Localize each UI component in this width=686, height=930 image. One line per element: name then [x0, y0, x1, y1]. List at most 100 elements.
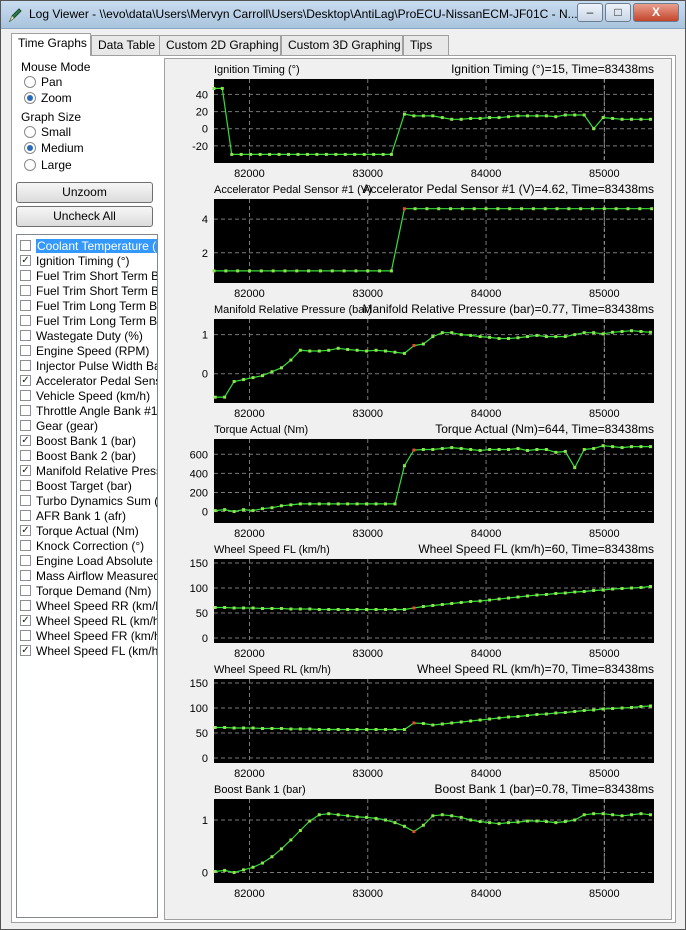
checkbox-icon[interactable] — [20, 585, 31, 596]
channel-item[interactable]: ✓ Ignition Timing (°) — [17, 253, 157, 268]
channel-item[interactable]: Throttle Angle Bank #1 — [17, 403, 158, 418]
data-point — [330, 269, 334, 273]
channel-item[interactable]: Fuel Trim Short Term B — [17, 268, 157, 283]
radio-medium[interactable]: Medium — [24, 140, 84, 156]
checkbox-icon[interactable] — [20, 405, 31, 416]
checked-checkbox-icon[interactable]: ✓ — [20, 465, 31, 476]
pan-radio-icon[interactable] — [24, 76, 36, 88]
channel-item[interactable]: Injector Pulse Width Ba — [17, 358, 157, 373]
data-point — [298, 502, 302, 506]
channel-item[interactable]: ✓ Torque Actual (Nm) — [17, 523, 157, 538]
tab-custom-2d-graphing[interactable]: Custom 2D Graphing — [159, 35, 281, 55]
channel-item[interactable]: Boost Target (bar) — [17, 478, 157, 493]
radio-large[interactable]: Large — [24, 157, 72, 173]
channel-list[interactable]: Coolant Temperature (° ✓ Ignition Timing (… — [16, 234, 158, 918]
data-point — [496, 207, 500, 211]
checkbox-icon[interactable] — [20, 555, 31, 566]
channel-item[interactable]: Coolant Temperature (° — [17, 238, 157, 253]
channel-item[interactable]: Engine Load Absolute ( — [17, 553, 157, 568]
minimize-button[interactable]: – — [577, 3, 603, 22]
unzoom-button[interactable]: Unzoom — [16, 182, 153, 203]
checkbox-icon[interactable] — [20, 510, 31, 521]
checkbox-icon[interactable] — [20, 480, 31, 491]
checkbox-icon[interactable] — [20, 360, 31, 371]
checkbox-icon[interactable] — [20, 315, 31, 326]
data-point — [535, 819, 539, 823]
title-bar[interactable]: Log Viewer - \\evo\data\Users\Mervyn Car… — [1, 1, 685, 29]
checkbox-icon[interactable] — [20, 540, 31, 551]
checkbox-icon[interactable] — [20, 330, 31, 341]
medium-radio-icon[interactable] — [24, 142, 36, 154]
channel-item[interactable]: Gear (gear) — [17, 418, 157, 433]
checkbox-icon[interactable] — [20, 300, 31, 311]
channel-label: Throttle Angle Bank #1 — [36, 403, 158, 418]
checkbox-icon[interactable] — [20, 630, 31, 641]
channel-item[interactable]: ✓ Wheel Speed FL (km/h) — [17, 643, 157, 658]
small-radio-icon[interactable] — [24, 126, 36, 138]
checkbox-icon[interactable] — [20, 570, 31, 581]
close-button[interactable]: X — [633, 3, 679, 22]
graph-readout: Ignition Timing (°)=15, Time=83438ms — [451, 62, 654, 76]
channel-item[interactable]: Mass Airflow Measured — [17, 568, 157, 583]
data-point — [260, 727, 264, 730]
log-viewer-window: Log Viewer - \\evo\data\Users\Mervyn Car… — [0, 0, 686, 930]
channel-item[interactable]: Fuel Trim Short Term B — [17, 283, 157, 298]
checkbox-icon[interactable] — [20, 390, 31, 401]
channel-item[interactable]: Wheel Speed RR (km/h) — [17, 598, 157, 613]
checked-checkbox-icon[interactable]: ✓ — [20, 645, 31, 656]
large-radio-icon[interactable] — [24, 159, 36, 171]
channel-item[interactable]: ✓ Boost Bank 1 (bar) — [17, 433, 157, 448]
channel-item[interactable]: AFR Bank 1 (afr) — [17, 508, 157, 523]
tab-data-table[interactable]: Data Table — [91, 35, 169, 55]
channel-item[interactable]: ✓ Accelerator Pedal Senso — [17, 373, 157, 388]
checkbox-icon[interactable] — [20, 240, 31, 251]
data-point — [478, 335, 482, 339]
channel-item[interactable]: ✓ Manifold Relative Press — [17, 463, 157, 478]
tab-custom-3d-graphing[interactable]: Custom 3D Graphing — [281, 35, 403, 55]
radio-zoom[interactable]: Zoom — [24, 90, 72, 106]
data-point — [259, 269, 263, 273]
checkbox-icon[interactable] — [20, 270, 31, 281]
channel-item[interactable]: Turbo Dynamics Sum ( — [17, 493, 157, 508]
channel-item[interactable]: Knock Correction (°) — [17, 538, 157, 553]
uncheck-all-button[interactable]: Uncheck All — [16, 206, 153, 227]
checkbox-icon[interactable] — [20, 345, 31, 356]
zoom-radio-icon[interactable] — [24, 92, 36, 104]
data-point — [611, 330, 615, 334]
tab-time-graphs[interactable]: Time Graphs — [11, 33, 91, 56]
data-point — [582, 331, 586, 335]
checked-checkbox-icon[interactable]: ✓ — [20, 255, 31, 266]
data-point — [459, 117, 463, 121]
data-point — [573, 710, 577, 713]
radio-small[interactable]: Small — [24, 124, 71, 140]
maximize-button[interactable]: □ — [605, 3, 631, 22]
data-point — [242, 868, 246, 872]
checked-checkbox-icon[interactable]: ✓ — [20, 435, 31, 446]
channel-item[interactable]: Wheel Speed FR (km/h) — [17, 628, 157, 643]
time-graphs-canvas[interactable]: Ignition Timing (°) Ignition Timing (°)=1… — [165, 59, 671, 919]
data-point — [520, 207, 524, 211]
channel-item[interactable]: Torque Demand (Nm) — [17, 583, 157, 598]
channel-item[interactable]: Fuel Trim Long Term B — [17, 298, 157, 313]
checked-checkbox-icon[interactable]: ✓ — [20, 525, 31, 536]
checkbox-icon[interactable] — [20, 285, 31, 296]
channel-item[interactable]: Vehicle Speed (km/h) — [17, 388, 157, 403]
channel-item[interactable]: Fuel Trim Long Term B — [17, 313, 157, 328]
checkbox-icon[interactable] — [20, 600, 31, 611]
channel-item[interactable]: ✓ Wheel Speed RL (km/h) — [17, 613, 157, 628]
checkbox-icon[interactable] — [20, 495, 31, 506]
tab-tips[interactable]: Tips — [403, 35, 449, 55]
checked-checkbox-icon[interactable]: ✓ — [20, 375, 31, 386]
channel-item[interactable]: Boost Bank 2 (bar) — [17, 448, 157, 463]
graphs-area[interactable]: Ignition Timing (°) Ignition Timing (°)=1… — [164, 58, 672, 920]
data-point — [336, 608, 340, 611]
channel-item[interactable]: Wastegate Duty (%) — [17, 328, 157, 343]
data-point — [469, 333, 473, 337]
checkbox-icon[interactable] — [20, 420, 31, 431]
checkbox-icon[interactable] — [20, 450, 31, 461]
data-point — [289, 503, 293, 507]
radio-pan[interactable]: Pan — [24, 74, 62, 90]
checked-checkbox-icon[interactable]: ✓ — [20, 615, 31, 626]
y-tick-label: 2 — [202, 248, 208, 260]
channel-item[interactable]: Engine Speed (RPM) — [17, 343, 157, 358]
